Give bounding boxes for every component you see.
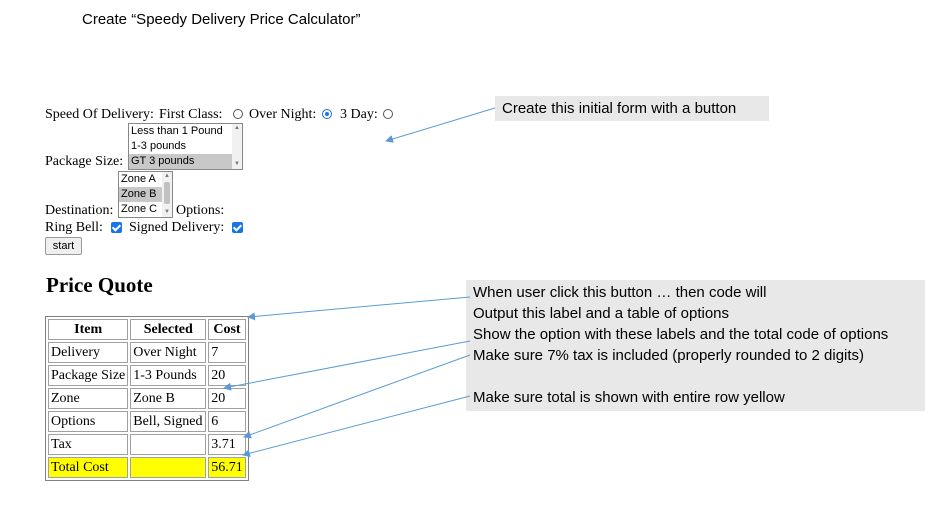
arrow-to-table: [247, 296, 471, 321]
annotation-arrows: [223, 107, 496, 458]
arrow-to-options: [223, 340, 471, 391]
arrow-to-tax: [243, 354, 471, 439]
arrow-to-form: [385, 107, 496, 143]
